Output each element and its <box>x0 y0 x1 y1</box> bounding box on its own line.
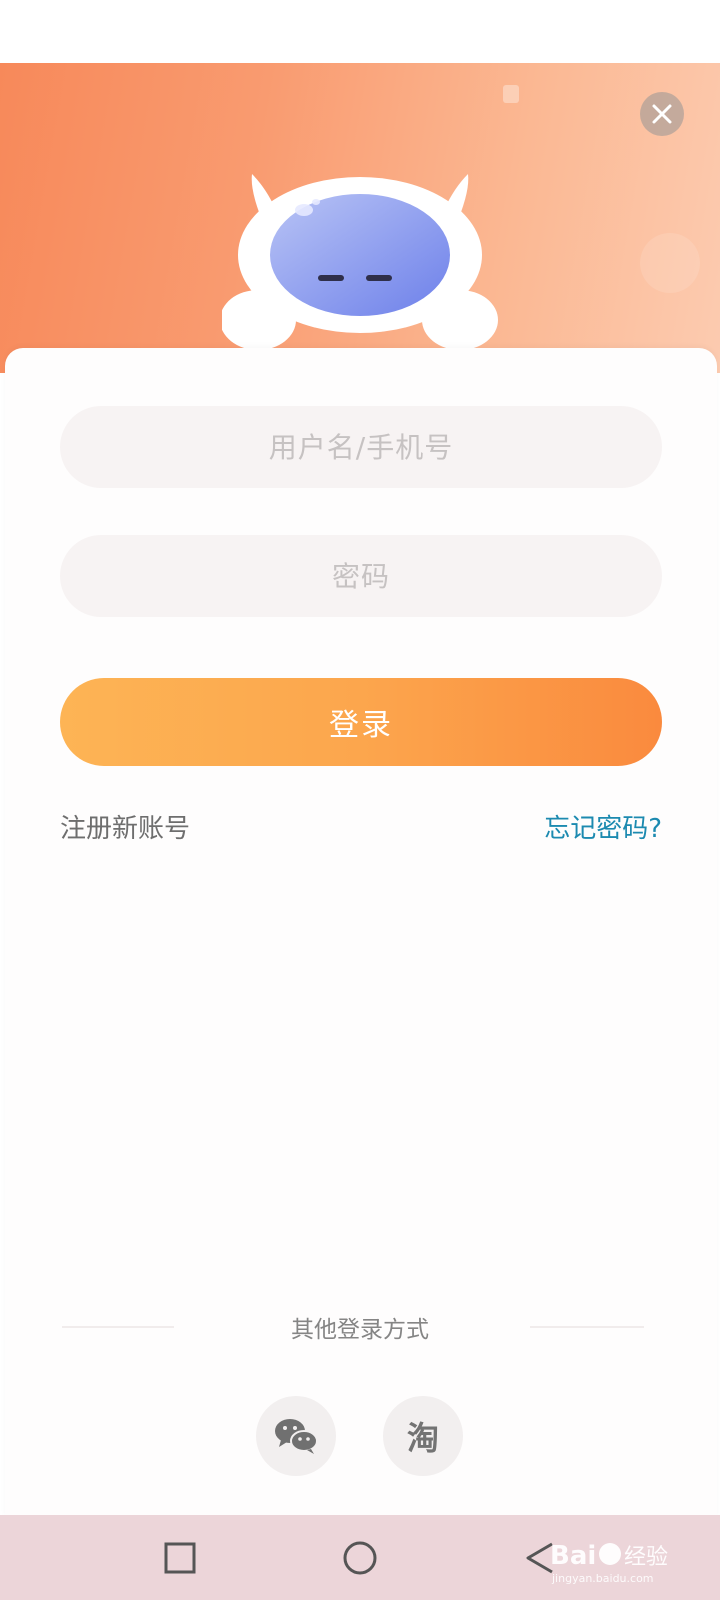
other-login-label: 其他登录方式 <box>291 1317 429 1343</box>
svg-text:jingyan.baidu.com: jingyan.baidu.com <box>551 1572 654 1585</box>
square-icon <box>164 1542 196 1574</box>
password-input[interactable] <box>60 535 662 617</box>
recents-button[interactable] <box>155 1533 205 1583</box>
robot-mascot <box>222 174 498 350</box>
baidu-jingyan-watermark-logo: Bai 经验 jingyan.baidu.com <box>550 1541 668 1585</box>
close-button[interactable] <box>640 92 684 136</box>
status-bar <box>0 0 720 63</box>
register-link[interactable]: 注册新账号 <box>60 808 190 845</box>
home-button[interactable] <box>335 1533 385 1583</box>
taobao-login-button[interactable]: 淘 <box>383 1396 463 1476</box>
username-input[interactable] <box>60 406 662 488</box>
svg-text:经验: 经验 <box>624 1545 668 1570</box>
login-button[interactable]: 登录 <box>60 678 662 766</box>
close-icon <box>652 104 672 124</box>
wechat-login-button[interactable] <box>256 1396 336 1476</box>
forgot-password-link[interactable]: 忘记密码? <box>544 808 662 845</box>
taobao-icon: 淘 <box>406 1419 439 1457</box>
circle-icon <box>343 1541 377 1575</box>
wechat-icon <box>275 1419 318 1454</box>
svg-text:Bai: Bai <box>550 1541 596 1571</box>
